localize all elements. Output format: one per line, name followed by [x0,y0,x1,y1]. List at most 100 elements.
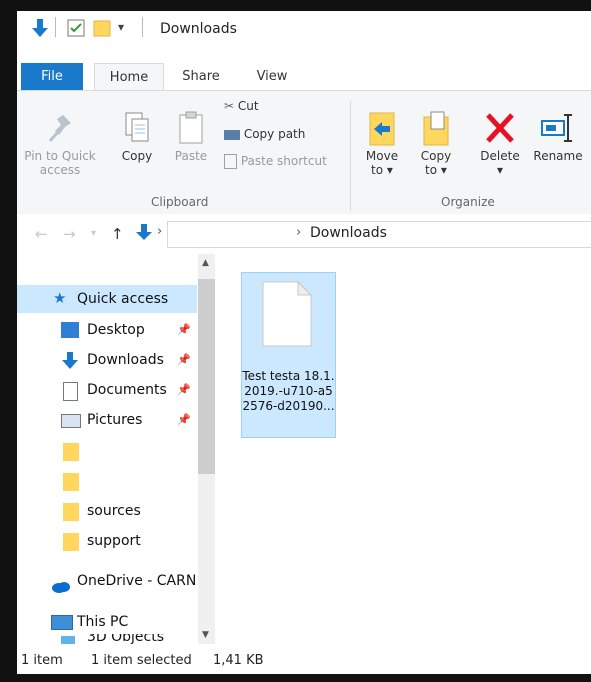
pin-label-line2: access [39,163,81,177]
pin-to-quick-access-button[interactable]: Pin to Quick access [23,111,97,177]
clipboard-group-label: Clipboard [151,195,209,209]
nav-item-pictures[interactable]: Pictures 📌 [17,406,197,434]
documents-icon [63,382,78,401]
computer-icon [51,615,73,630]
paste-icon [171,111,211,149]
nav-item-sources[interactable]: sources [17,497,197,525]
file-list: Test testa 18.1.2019.-u710-a52576-d20190… [217,254,591,644]
nav-label-this-pc: This PC [77,614,129,630]
up-arrow-icon[interactable]: ↑ [111,225,124,243]
status-selected: 1 item selected [91,653,192,668]
pin-icon-desktop[interactable]: 📌 [177,316,191,344]
paste-shortcut-icon [224,154,237,169]
folder-icon [63,443,79,461]
cut-label: Cut [237,99,259,113]
back-arrow-icon[interactable]: ← [35,225,48,243]
nav-label-downloads: Downloads [87,352,164,368]
downloads-icon [61,352,79,369]
paste-shortcut-button[interactable]: Paste shortcut [224,154,327,169]
nav-item-quick-access[interactable]: ★ Quick access [17,285,197,313]
file-item[interactable]: Test testa 18.1.2019.-u710-a52576-d20190… [241,272,336,438]
window-title: Downloads [160,21,237,37]
delete-dropdown-icon: ▾ [496,163,504,177]
downloads-arrow-icon [31,19,49,43]
organize-group-label: Organize [441,195,495,209]
address-separator: › [157,224,163,239]
nav-label-quick-access: Quick access [77,291,169,307]
move-to-label-2: to ▾ [371,163,393,177]
status-bar: 1 item 1 item selected 1,41 KB [17,648,591,674]
nav-item-onedrive[interactable]: OneDrive - CARNı [17,567,197,595]
file-name: Test testa 18.1.2019.-u710-a52576-d20190… [242,369,335,413]
tab-view[interactable]: View [243,63,301,90]
nav-item-desktop[interactable]: Desktop 📌 [17,316,197,344]
folder-icon [63,503,79,521]
tab-share[interactable]: Share [172,63,230,90]
folder-icon [63,533,79,551]
status-size: 1,41 KB [213,653,264,668]
copy-path-button[interactable]: Copy path [224,127,305,141]
pictures-icon [61,414,81,428]
copy-icon [117,111,157,149]
nav-label-pictures: Pictures [87,412,143,428]
nav-scrollbar[interactable]: ▲ ▼ [198,254,215,644]
pin-icon-documents[interactable]: 📌 [177,376,191,404]
nav-item-3d-objects[interactable]: 3D Objects [17,634,197,644]
tab-home[interactable]: Home [94,63,164,91]
customize-qat-icon[interactable]: ▾ [118,20,124,34]
delete-x-icon [475,111,525,149]
address-box[interactable]: › Downloads [167,221,591,248]
nav-label-3d-objects: 3D Objects [87,634,165,644]
nav-item-downloads[interactable]: Downloads 📌 [17,346,197,374]
copy-label: Copy [121,149,153,163]
scroll-down-icon[interactable]: ▼ [202,630,209,640]
rename-button[interactable]: Rename [529,111,587,163]
ribbon-separator [350,101,351,211]
pin-label-line1: Pin to Quick [24,149,96,163]
cut-button[interactable]: ✂ Cut [224,99,259,113]
nav-label-support: support [87,533,141,549]
forward-arrow-icon[interactable]: → [63,225,76,243]
nav-item-this-pc[interactable]: This PC [17,608,197,636]
nav-item-folder-1[interactable] [17,437,197,465]
rename-icon [529,111,587,149]
document-icon [262,280,313,351]
delete-label: Delete [480,149,520,163]
copy-button[interactable]: Copy [117,111,157,163]
nav-item-documents[interactable]: Documents 📌 [17,376,197,404]
move-to-button[interactable]: Move to ▾ [360,111,404,177]
nav-label-desktop: Desktop [87,322,145,338]
recent-locations-icon[interactable]: ▾ [91,228,96,239]
delete-button[interactable]: Delete ▾ [475,111,525,177]
new-folder-quick-icon[interactable] [93,19,111,41]
move-to-label-1: Move [365,149,399,163]
nav-item-support[interactable]: support [17,527,197,555]
nav-label-documents: Documents [87,382,167,398]
nav-item-folder-2[interactable] [17,467,197,495]
scroll-up-icon[interactable]: ▲ [202,258,209,268]
copy-to-button[interactable]: Copy to ▾ [414,111,458,177]
properties-quick-icon[interactable] [67,19,85,41]
tab-file[interactable]: File [21,63,83,90]
copy-path-label: Copy path [243,127,306,141]
title-divider-2 [142,17,143,37]
paste-button[interactable]: Paste [171,111,211,163]
pin-icon [23,111,97,149]
scissors-icon: ✂ [224,99,235,113]
move-to-icon [360,111,404,149]
navigation-bar: ← → ▾ ↑ › › Downloads [17,214,591,254]
address-separator-2: › [296,225,302,240]
paste-label: Paste [174,149,208,163]
pin-icon-pictures[interactable]: 📌 [177,406,191,434]
scroll-thumb[interactable] [198,279,215,474]
paste-shortcut-label: Paste shortcut [240,154,327,168]
status-item-count: 1 item [21,653,63,668]
explorer-window: ▾ Downloads File Home Share View Pin to … [17,11,591,674]
pin-icon-downloads[interactable]: 📌 [177,346,191,374]
title-bar: ▾ Downloads [17,11,591,46]
star-icon: ★ [53,289,67,307]
folder-icon [63,473,79,491]
title-divider [55,17,56,37]
nav-label-sources: sources [87,503,141,519]
rename-label: Rename [533,149,583,163]
